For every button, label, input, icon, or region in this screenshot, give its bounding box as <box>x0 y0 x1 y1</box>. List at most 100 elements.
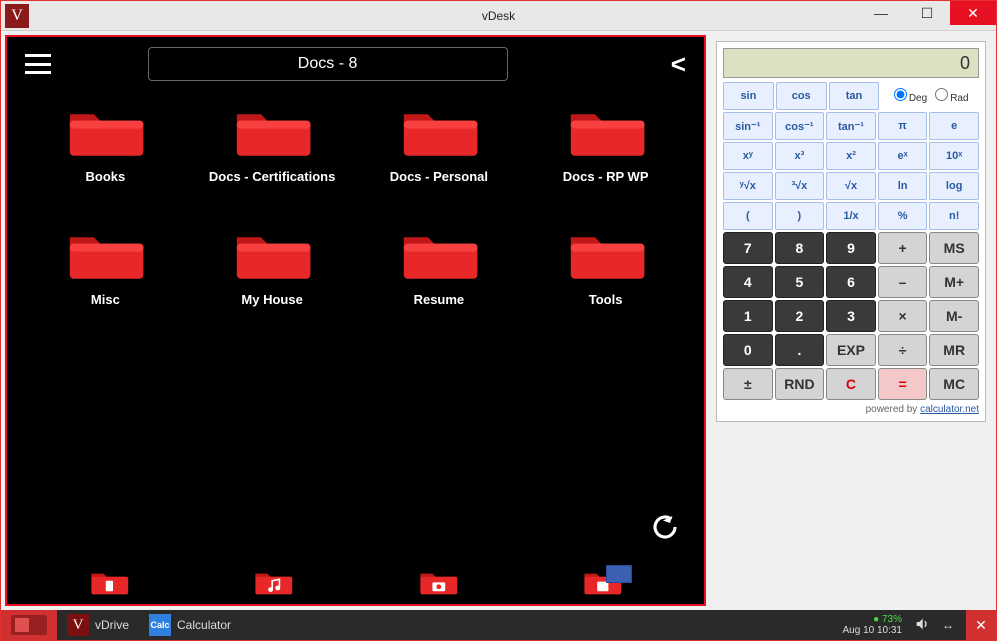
calc-sci-button[interactable]: 10ˣ <box>929 142 979 170</box>
calc-0-button[interactable]: 0 <box>723 334 773 366</box>
folder-item[interactable]: Resume <box>361 224 518 307</box>
file-browser-pane: Docs - 8 < BooksDocs - Certifications Doc… <box>5 35 706 606</box>
minimize-button[interactable]: — <box>858 1 904 25</box>
calc-sci-button[interactable]: eˣ <box>878 142 928 170</box>
taskbar-item-calculator[interactable]: CalcCalculator <box>139 610 241 640</box>
tray-doc-button[interactable] <box>89 567 129 597</box>
calc-.-button[interactable]: . <box>775 334 825 366</box>
titlebar: V vDesk — ☐ ✕ <box>1 1 996 31</box>
calc-display: 0 <box>723 48 979 78</box>
close-button[interactable]: ✕ <box>950 1 996 25</box>
calc-2-button[interactable]: 2 <box>775 300 825 332</box>
taskbar: VvDriveCalcCalculator ● 73% Aug 10 10:31… <box>1 610 996 640</box>
calc-RND-button[interactable]: RND <box>775 368 825 400</box>
credit-link[interactable]: calculator.net <box>920 404 979 415</box>
calc-cos-button[interactable]: cos <box>776 82 827 110</box>
calc-tan-button[interactable]: tan <box>829 82 880 110</box>
menu-button[interactable] <box>25 54 59 74</box>
calc-sci-button[interactable]: x³ <box>775 142 825 170</box>
folder-label: Tools <box>589 292 623 307</box>
calc-3-button[interactable]: 3 <box>826 300 876 332</box>
calc-sci-button[interactable]: n! <box>929 202 979 230</box>
calc-C-button[interactable]: C <box>826 368 876 400</box>
calc-sci-button[interactable]: % <box>878 202 928 230</box>
calc-sci-button[interactable]: x² <box>826 142 876 170</box>
battery-status: ● 73% Aug 10 10:31 <box>843 614 903 636</box>
tray-app-button[interactable] <box>582 567 622 597</box>
folder-label: My House <box>241 292 302 307</box>
calc-sci-button[interactable]: ³√x <box>775 172 825 200</box>
speaker-icon <box>914 616 930 632</box>
folder-label: Docs - Personal <box>390 169 488 184</box>
calc-–-button[interactable]: – <box>878 266 928 298</box>
calc-MS-button[interactable]: MS <box>929 232 979 264</box>
location-pill[interactable]: Docs - 8 <box>148 47 508 81</box>
calc-±-button[interactable]: ± <box>723 368 773 400</box>
calc-=-button[interactable]: = <box>878 368 928 400</box>
calc-sci-button[interactable]: ( <box>723 202 773 230</box>
hamburger-icon <box>25 54 51 74</box>
folder-item[interactable]: Docs - RP WP <box>527 101 684 184</box>
calc-8-button[interactable]: 8 <box>775 232 825 264</box>
folder-icon <box>232 101 312 161</box>
calc-sin-button[interactable]: sin <box>723 82 774 110</box>
tray-badge <box>606 565 632 583</box>
folder-item[interactable]: Misc <box>27 224 184 307</box>
taskbar-item-label: vDrive <box>95 618 129 632</box>
folder-item[interactable]: Books <box>27 101 184 184</box>
vdrive-icon: V <box>67 614 89 636</box>
calc-sci-button[interactable]: 1/x <box>826 202 876 230</box>
rad-option[interactable]: Rad <box>933 88 968 104</box>
folder-icon <box>399 101 479 161</box>
calc-sci-button[interactable]: ln <box>878 172 928 200</box>
calc-credit: powered by calculator.net <box>723 404 979 415</box>
calc-sci-button[interactable]: cos⁻¹ <box>775 112 825 140</box>
folder-item[interactable]: Docs - Personal <box>361 101 518 184</box>
folder-icon <box>65 101 145 161</box>
folder-item[interactable]: Tools <box>527 224 684 307</box>
calc-+-button[interactable]: + <box>878 232 928 264</box>
start-button[interactable] <box>1 610 57 640</box>
calc-sci-button[interactable]: e <box>929 112 979 140</box>
calc-sci-button[interactable]: ʸ√x <box>723 172 773 200</box>
calc-MR-button[interactable]: MR <box>929 334 979 366</box>
folder-icon <box>253 567 293 597</box>
calc-M--button[interactable]: M- <box>929 300 979 332</box>
deg-option[interactable]: Deg <box>892 88 927 104</box>
volume-button[interactable] <box>914 616 930 635</box>
calc-5-button[interactable]: 5 <box>775 266 825 298</box>
calc-9-button[interactable]: 9 <box>826 232 876 264</box>
calc-4-button[interactable]: 4 <box>723 266 773 298</box>
calc-MC-button[interactable]: MC <box>929 368 979 400</box>
calc-sci-button[interactable]: √x <box>826 172 876 200</box>
maximize-button[interactable]: ☐ <box>904 1 950 25</box>
calc-×-button[interactable]: × <box>878 300 928 332</box>
tray-camera-button[interactable] <box>418 567 458 597</box>
folder-label: Misc <box>91 292 120 307</box>
folder-icon <box>566 224 646 284</box>
calc-sci-button[interactable]: ) <box>775 202 825 230</box>
calc-sci-button[interactable]: tan⁻¹ <box>826 112 876 140</box>
folder-item[interactable]: Docs - Certifications <box>194 101 351 184</box>
calc-6-button[interactable]: 6 <box>826 266 876 298</box>
refresh-button[interactable] <box>650 512 680 542</box>
expand-button[interactable]: ↔ <box>942 618 954 632</box>
angle-mode: Deg Rad <box>881 82 979 110</box>
refresh-icon <box>650 512 680 542</box>
calc-M+-button[interactable]: M+ <box>929 266 979 298</box>
folder-icon <box>418 567 458 597</box>
calc-÷-button[interactable]: ÷ <box>878 334 928 366</box>
tray-music-button[interactable] <box>253 567 293 597</box>
calc-7-button[interactable]: 7 <box>723 232 773 264</box>
folder-icon <box>65 224 145 284</box>
calc-sci-button[interactable]: xʸ <box>723 142 773 170</box>
calc-1-button[interactable]: 1 <box>723 300 773 332</box>
calc-sci-button[interactable]: log <box>929 172 979 200</box>
taskbar-close-button[interactable]: ✕ <box>966 610 996 640</box>
folder-item[interactable]: My House <box>194 224 351 307</box>
calc-sci-button[interactable]: sin⁻¹ <box>723 112 773 140</box>
calc-sci-button[interactable]: π <box>878 112 928 140</box>
back-button[interactable]: < <box>671 49 686 80</box>
calc-EXP-button[interactable]: EXP <box>826 334 876 366</box>
taskbar-item-vdrive[interactable]: VvDrive <box>57 610 139 640</box>
